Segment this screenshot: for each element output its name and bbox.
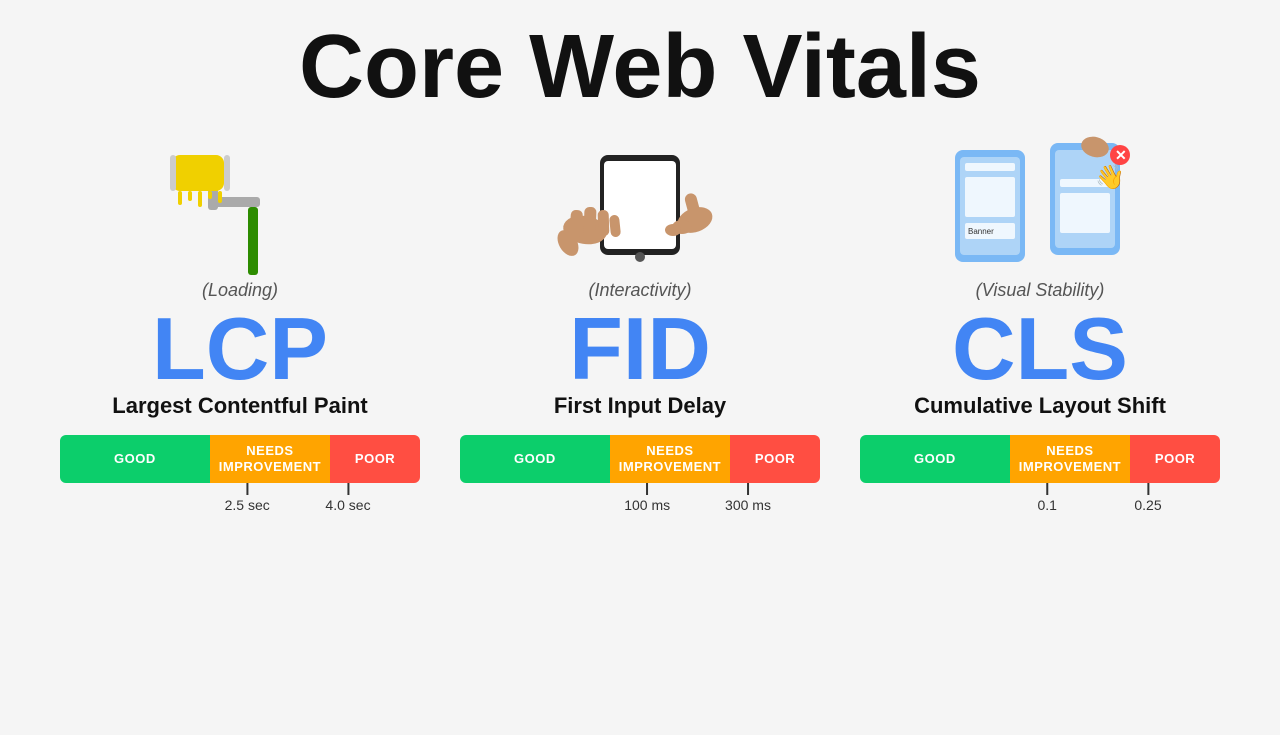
cls-bar: GOOD NEEDSIMPROVEMENT POOR (860, 435, 1220, 483)
fid-tick1-label: 100 ms (624, 497, 670, 513)
svg-text:✕: ✕ (1115, 147, 1127, 163)
lcp-tick1: 2.5 sec (225, 483, 270, 513)
fid-tick2-line (747, 483, 749, 495)
cls-acronym: CLS (952, 305, 1128, 393)
fid-tick1-line (646, 483, 648, 495)
lcp-ticks: 2.5 sec 4.0 sec (60, 483, 420, 515)
cls-needs: NEEDSIMPROVEMENT (1010, 435, 1130, 483)
cls-scale: GOOD NEEDSIMPROVEMENT POOR 0.1 0.25 (860, 435, 1220, 515)
metric-fid: (Interactivity) FID First Input Delay GO… (460, 130, 820, 515)
cls-good: GOOD (860, 435, 1010, 483)
svg-text:Banner: Banner (968, 227, 994, 236)
cls-icon: Banner ✕ 👋 (940, 130, 1140, 280)
fid-bar: GOOD NEEDSIMPROVEMENT POOR (460, 435, 820, 483)
cls-tick2-line (1147, 483, 1149, 495)
page-title: Core Web Vitals (299, 20, 981, 115)
lcp-bar: GOOD NEEDSIMPROVEMENT POOR (60, 435, 420, 483)
cls-tick2-label: 0.25 (1134, 497, 1161, 513)
fid-poor: POOR (730, 435, 820, 483)
cls-tick2: 0.25 (1134, 483, 1161, 513)
fid-acronym: FID (569, 305, 711, 393)
metrics-row: (Loading) LCP Largest Contentful Paint G… (40, 130, 1240, 515)
svg-text:👋: 👋 (1095, 164, 1125, 191)
lcp-good: GOOD (60, 435, 210, 483)
lcp-tick2-label: 4.0 sec (325, 497, 370, 513)
lcp-needs: NEEDSIMPROVEMENT (210, 435, 330, 483)
lcp-tick1-line (246, 483, 248, 495)
metric-cls: Banner ✕ 👋 (Visual Stability) CLS Cumula… (860, 130, 1220, 515)
fid-good: GOOD (460, 435, 610, 483)
fid-name: First Input Delay (554, 393, 726, 419)
cls-ticks: 0.1 0.25 (860, 483, 1220, 515)
fid-needs: NEEDSIMPROVEMENT (610, 435, 730, 483)
lcp-tick2: 4.0 sec (325, 483, 370, 513)
lcp-category: (Loading) (202, 280, 278, 301)
fid-tick2: 300 ms (725, 483, 771, 513)
cls-name: Cumulative Layout Shift (914, 393, 1166, 419)
metric-lcp: (Loading) LCP Largest Contentful Paint G… (60, 130, 420, 515)
fid-scale: GOOD NEEDSIMPROVEMENT POOR 100 ms 300 ms (460, 435, 820, 515)
lcp-name: Largest Contentful Paint (112, 393, 367, 419)
cls-tick1-label: 0.1 (1037, 497, 1056, 513)
fid-icon (510, 130, 770, 280)
cls-category: (Visual Stability) (976, 280, 1105, 301)
fid-category: (Interactivity) (588, 280, 691, 301)
lcp-icon (160, 130, 320, 280)
cls-tick1-line (1046, 483, 1048, 495)
fid-tick1: 100 ms (624, 483, 670, 513)
lcp-acronym: LCP (152, 305, 328, 393)
fid-tick2-label: 300 ms (725, 497, 771, 513)
lcp-scale: GOOD NEEDSIMPROVEMENT POOR 2.5 sec 4.0 s… (60, 435, 420, 515)
fid-ticks: 100 ms 300 ms (460, 483, 820, 515)
lcp-poor: POOR (330, 435, 420, 483)
lcp-tick2-line (347, 483, 349, 495)
lcp-tick1-label: 2.5 sec (225, 497, 270, 513)
cls-poor: POOR (1130, 435, 1220, 483)
cls-tick1: 0.1 (1037, 483, 1056, 513)
